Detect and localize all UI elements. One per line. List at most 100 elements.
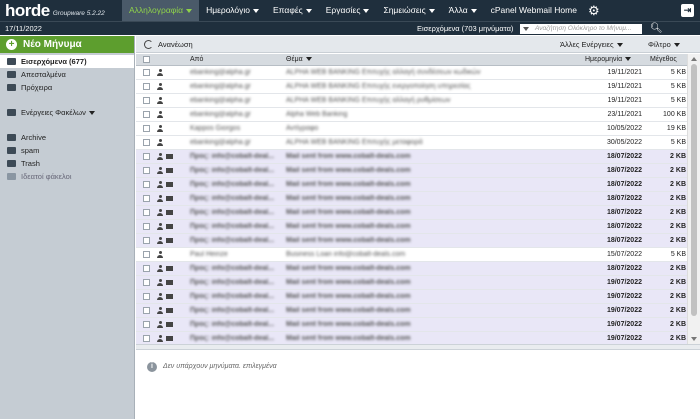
- size-column-header[interactable]: Μέγεθος: [650, 54, 677, 66]
- message-size: 19 KB: [666, 125, 686, 132]
- horde-logo[interactable]: horde Groupware 5.2.22: [0, 0, 122, 21]
- message-row[interactable]: Προς: info@cobalt-deal... Mail sent from …: [136, 234, 687, 248]
- message-date: 30/05/2022: [606, 139, 642, 146]
- chevron-down-icon: [673, 43, 680, 48]
- message-size: 2 KB: [670, 167, 686, 174]
- message-date: 18/07/2022: [606, 265, 642, 272]
- current-folder-label: Εισερχόμενα (703 μηνύματα): [417, 24, 514, 33]
- virtual-folders-label: Ιδεατοί φάκελοι: [21, 172, 72, 181]
- search-scope-dropdown-icon[interactable]: [523, 27, 529, 31]
- subject-column-header[interactable]: Θέμα: [286, 54, 312, 66]
- message-checkbox[interactable]: [143, 83, 150, 91]
- menu-item-label: Σημειώσεις: [383, 5, 426, 15]
- from-column-header[interactable]: Από: [190, 54, 203, 66]
- message-row[interactable]: Προς: info@cobalt-deal... Mail sent from …: [136, 192, 687, 206]
- message-checkbox[interactable]: [143, 111, 150, 119]
- scroll-down-icon[interactable]: [691, 337, 697, 341]
- message-subject: Mail sent from www.cobalt-deals.com: [286, 167, 411, 174]
- refresh-button[interactable]: Ανανέωση: [144, 39, 193, 49]
- message-row[interactable]: Προς: info@cobalt-deal... Mail sent from …: [136, 318, 687, 332]
- message-row[interactable]: Προς: info@cobalt-deal... Mail sent from …: [136, 262, 687, 276]
- message-checkbox[interactable]: [143, 279, 150, 287]
- message-date: 18/07/2022: [606, 167, 642, 174]
- other-actions-menu[interactable]: Άλλες Ενέργειες: [560, 36, 623, 53]
- folder-actions-menu[interactable]: Ενέργειες Φακέλων: [0, 106, 134, 119]
- message-checkbox[interactable]: [143, 293, 150, 301]
- message-subject: Mail sent from www.cobalt-deals.com: [286, 307, 411, 314]
- contact-icon: [157, 111, 163, 119]
- menu-item-0[interactable]: Αλληλογραφία: [122, 0, 200, 21]
- message-checkbox[interactable]: [143, 97, 150, 105]
- message-from: Προς: info@cobalt-deal...: [190, 181, 275, 188]
- message-from: Paul Heinze: [190, 251, 228, 258]
- contact-icon: [157, 237, 163, 245]
- message-checkbox[interactable]: [143, 69, 150, 77]
- sidebar-extra-folder-0[interactable]: Archive: [0, 131, 134, 144]
- menu-item-5[interactable]: Άλλα: [442, 0, 484, 21]
- menu-item-2[interactable]: Επαφές: [266, 0, 319, 21]
- filter-menu[interactable]: Φίλτρο: [648, 36, 680, 53]
- message-row[interactable]: Προς: info@cobalt-deal... Mail sent from …: [136, 206, 687, 220]
- scroll-up-icon[interactable]: [691, 57, 697, 61]
- message-checkbox[interactable]: [143, 335, 150, 343]
- message-checkbox[interactable]: [143, 125, 150, 133]
- menu-item-4[interactable]: Σημειώσεις: [376, 0, 441, 21]
- gear-icon[interactable]: ⚙: [588, 0, 600, 21]
- message-checkbox[interactable]: [143, 237, 150, 245]
- message-row[interactable]: Προς: info@cobalt-deal... Mail sent from …: [136, 332, 687, 344]
- select-all-checkbox[interactable]: [143, 56, 150, 64]
- contact-icon: [157, 251, 163, 259]
- menu-item-3[interactable]: Εργασίες: [319, 0, 377, 21]
- date-column-header[interactable]: Ημερομηνία: [585, 54, 632, 66]
- search-icon[interactable]: 🔍︎: [650, 22, 663, 35]
- version-label: Groupware 5.2.22: [52, 10, 105, 17]
- message-checkbox[interactable]: [143, 307, 150, 315]
- sidebar-folder-0[interactable]: Εισερχόμενα (677): [0, 55, 134, 68]
- refresh-icon: [144, 39, 153, 49]
- message-row[interactable]: ebanking@alpha.gr Alpha Web Banking 23/11/…: [136, 108, 687, 122]
- logout-icon[interactable]: ⇥: [681, 4, 694, 17]
- message-checkbox[interactable]: [143, 223, 150, 231]
- message-size: 2 KB: [670, 195, 686, 202]
- sidebar-folder-2[interactable]: Πρόχειρα: [0, 81, 134, 94]
- sidebar-extra-folder-2[interactable]: Trash: [0, 157, 134, 170]
- message-checkbox[interactable]: [143, 195, 150, 203]
- virtual-folders[interactable]: Ιδεατοί φάκελοι: [0, 170, 134, 183]
- message-row[interactable]: ebanking@alpha.gr ALPHA WEB BANKING Επιτυ…: [136, 136, 687, 150]
- message-checkbox[interactable]: [143, 251, 150, 259]
- message-checkbox[interactable]: [143, 139, 150, 147]
- message-row[interactable]: Προς: info@cobalt-deal... Mail sent from …: [136, 220, 687, 234]
- contact-icon: [157, 293, 163, 301]
- message-row[interactable]: Paul Heinze Business Loan info@cobalt-dea…: [136, 248, 687, 262]
- message-subject: Alpha Web Banking: [286, 111, 348, 118]
- message-row[interactable]: Kappos Giorgos Αντίγραφο 10/05/2022 19 KB: [136, 122, 687, 136]
- message-checkbox[interactable]: [143, 153, 150, 161]
- message-checkbox[interactable]: [143, 209, 150, 217]
- message-row[interactable]: ebanking@alpha.gr ALPHA WEB BANKING Επιτυ…: [136, 94, 687, 108]
- message-list-header: Από Θέμα Ημερομηνία Μέγεθος: [136, 54, 687, 66]
- menu-item-1[interactable]: Ημερολόγιο: [199, 0, 266, 21]
- message-row[interactable]: ebanking@alpha.gr ALPHA WEB BANKING Επιτυ…: [136, 80, 687, 94]
- message-list-scrollbar[interactable]: [687, 54, 700, 344]
- scrollbar-thumb[interactable]: [691, 64, 697, 316]
- message-row[interactable]: Προς: info@cobalt-deal... Mail sent from …: [136, 290, 687, 304]
- menu-item-label: Εργασίες: [325, 5, 361, 15]
- chevron-down-icon: [428, 8, 435, 13]
- message-from: Προς: info@cobalt-deal...: [190, 195, 275, 202]
- folder-label: Archive: [21, 133, 47, 142]
- sidebar-extra-folder-1[interactable]: spam: [0, 144, 134, 157]
- message-checkbox[interactable]: [143, 321, 150, 329]
- sidebar-folder-1[interactable]: Απεσταλμένα: [0, 68, 134, 81]
- menu-item-6[interactable]: cPanel Webmail Home: [484, 0, 584, 21]
- message-row[interactable]: Προς: info@cobalt-deal... Mail sent from …: [136, 150, 687, 164]
- new-message-button[interactable]: + Νέο Μήνυμα: [0, 36, 134, 53]
- message-checkbox[interactable]: [143, 167, 150, 175]
- message-row[interactable]: Προς: info@cobalt-deal... Mail sent from …: [136, 164, 687, 178]
- message-row[interactable]: Προς: info@cobalt-deal... Mail sent from …: [136, 304, 687, 318]
- message-row[interactable]: ebanking@alpha.gr ALPHA WEB BANKING Επιτυ…: [136, 66, 687, 80]
- message-row[interactable]: Προς: info@cobalt-deal... Mail sent from …: [136, 276, 687, 290]
- search-input[interactable]: Αναζήτηση Ολόκληρο το Μήνυμ...: [520, 24, 642, 34]
- message-checkbox[interactable]: [143, 181, 150, 189]
- message-checkbox[interactable]: [143, 265, 150, 273]
- message-row[interactable]: Προς: info@cobalt-deal... Mail sent from …: [136, 178, 687, 192]
